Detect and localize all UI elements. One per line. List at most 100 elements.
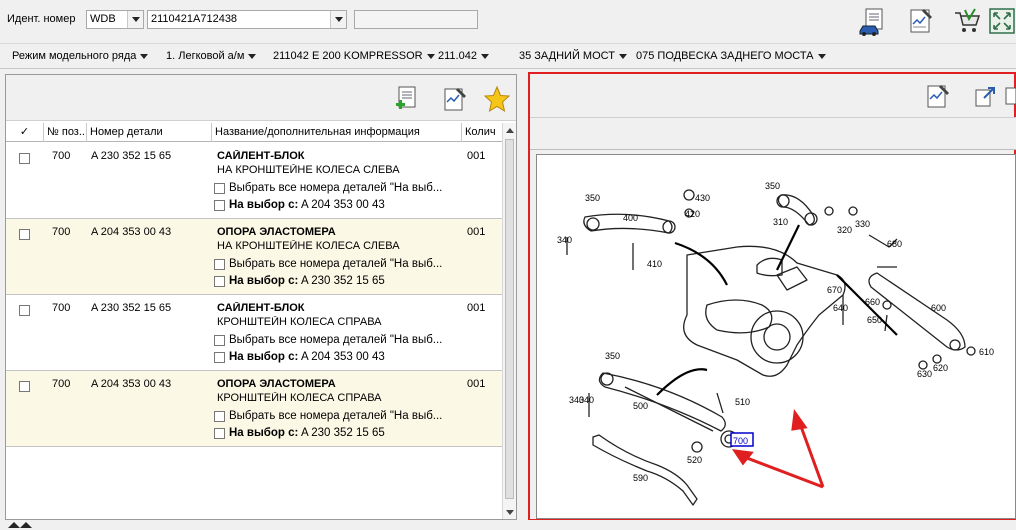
callout-label[interactable]: 420 [685,209,700,219]
select-all-checkbox[interactable] [214,335,225,346]
ident-prefix-select[interactable]: WDB [86,10,144,29]
alternative-label: На выбор с: [229,427,299,439]
breadcrumb-item-model[interactable]: 211042 E 200 KOMPRESSOR [273,50,435,62]
alternative-part-number[interactable]: A 230 352 15 65 [301,427,385,439]
row-part-info: КРОНШТЕЙН КОЛЕСА СПРАВА [217,316,382,328]
scroll-up-icon[interactable] [503,123,517,137]
add-document-icon[interactable] [391,83,423,115]
callout-label-highlighted[interactable]: 700 [733,436,748,446]
row-qty: 001 [467,378,486,390]
diagram-toolbar [530,74,1016,118]
table-row[interactable]: 700 A 204 353 00 43 ОПОРА ЭЛАСТОМЕРА НА … [6,219,502,295]
diagram-subbar [530,118,1016,150]
ident-label: Идент. номер [7,13,76,25]
chevron-down-icon[interactable] [127,11,143,28]
top-toolbar: Идент. номер WDB 2110421A712438 [0,0,1016,42]
row-part-number: A 204 353 00 43 [91,378,172,390]
callout-label[interactable]: 630 [917,369,932,379]
callout-label[interactable]: 350 [605,351,620,361]
alternative-checkbox[interactable] [214,200,225,211]
callout-label[interactable]: 670 [827,285,842,295]
callout-label[interactable]: 640 [833,303,848,313]
chevron-down-icon [480,53,489,59]
table-row[interactable]: 700 A 204 353 00 43 ОПОРА ЭЛАСТОМЕРА КРО… [6,371,502,447]
car-document-icon[interactable] [857,6,889,38]
callout-label[interactable]: 600 [931,303,946,313]
callout-label[interactable]: 310 [773,217,788,227]
select-all-checkbox[interactable] [214,259,225,270]
cart-icon[interactable] [951,5,983,37]
callout-label[interactable]: 510 [735,397,750,407]
callout-label[interactable]: 680 [887,239,902,249]
row-checkbox[interactable] [19,153,30,164]
select-all-label: Выбрать все номера деталей "На выб... [229,334,443,346]
breadcrumb-item-subgroup[interactable]: 075 ПОДВЕСКА ЗАДНЕГО МОСТА [636,50,826,62]
star-icon[interactable] [481,83,513,115]
alternative-part-number[interactable]: A 230 352 15 65 [301,275,385,287]
edit-note-icon[interactable] [922,80,954,112]
row-qty: 001 [467,226,486,238]
callout-label[interactable]: 650 [867,315,882,325]
callout-label[interactable]: 340 [579,395,594,405]
callout-label[interactable]: 340 [557,235,572,245]
column-qty[interactable]: Колич [462,123,502,142]
select-all-checkbox[interactable] [214,183,225,194]
row-part-name: ОПОРА ЭЛАСТОМЕРА [217,378,336,390]
export-icon[interactable] [970,80,1002,112]
alternative-label: На выбор с: [229,351,299,363]
column-part-number[interactable]: Номер детали [87,123,212,142]
callout-label[interactable]: 610 [979,347,994,357]
column-check[interactable]: ✓ [6,123,44,142]
row-checkbox[interactable] [19,305,30,316]
edit-note-icon[interactable] [439,83,471,115]
chevron-down-icon [140,53,149,59]
breadcrumb-item-type[interactable]: 211.042 [438,50,489,62]
callout-label[interactable]: 590 [633,473,648,483]
breadcrumb-item-group[interactable]: 35 ЗАДНИЙ МОСТ [519,50,627,62]
row-checkbox[interactable] [19,229,30,240]
select-all-checkbox[interactable] [214,411,225,422]
callout-label[interactable]: 430 [695,193,710,203]
vertical-scrollbar[interactable] [502,123,516,519]
alternative-checkbox[interactable] [214,428,225,439]
callout-label[interactable]: 620 [933,363,948,373]
callout-label[interactable]: 500 [633,401,648,411]
callout-label[interactable]: 410 [647,259,662,269]
fullscreen-icon[interactable] [986,5,1016,37]
row-part-info: НА КРОНШТЕЙНЕ КОЛЕСА СЛЕВА [217,164,400,176]
row-part-name: ОПОРА ЭЛАСТОМЕРА [217,226,336,238]
callout-label[interactable]: 320 [837,225,852,235]
chevron-down-icon[interactable] [330,11,346,28]
alternative-checkbox[interactable] [214,276,225,287]
table-row[interactable]: 700 A 230 352 15 65 САЙЛЕНТ-БЛОК НА КРОН… [6,143,502,219]
chevron-down-icon [618,53,627,59]
more-icon[interactable] [1004,80,1016,112]
chevron-down-icon [817,53,826,59]
alternative-part-number[interactable]: A 204 353 00 43 [301,199,385,211]
alternative-part-number[interactable]: A 204 353 00 43 [301,351,385,363]
ident-number-select[interactable]: 2110421A712438 [147,10,347,29]
row-part-number: A 230 352 15 65 [91,150,172,162]
callout-label[interactable]: 520 [687,455,702,465]
breadcrumb-item-mode[interactable]: Режим модельного ряда [12,50,149,62]
collapse-icon[interactable] [6,520,36,530]
select-all-label: Выбрать все номера деталей "На выб... [229,258,443,270]
edit-note-icon[interactable] [905,5,937,37]
table-row[interactable]: 700 A 230 352 15 65 САЙЛЕНТ-БЛОК КРОНШТЕ… [6,295,502,371]
ident-number-value: 2110421A712438 [151,13,238,25]
alternative-checkbox[interactable] [214,352,225,363]
scroll-down-icon[interactable] [503,505,517,519]
callout-label[interactable]: 330 [855,219,870,229]
column-name[interactable]: Название/дополнительная информация [212,123,462,142]
parts-diagram[interactable]: 350 400 430 420 340 410 350 340 310 320 330 680 670 6… [536,154,1016,519]
scrollbar-thumb[interactable] [505,139,514,499]
callout-label[interactable]: 350 [585,193,600,203]
column-position[interactable]: № поз... [44,123,87,142]
row-checkbox[interactable] [19,381,30,392]
callout-label[interactable]: 350 [765,181,780,191]
breadcrumb-item-class[interactable]: 1. Легковой а/м [166,50,257,62]
row-part-info: КРОНШТЕЙН КОЛЕСА СПРАВА [217,392,382,404]
callout-label[interactable]: 400 [623,213,638,223]
callout-label[interactable]: 660 [865,297,880,307]
ident-extra-field[interactable] [354,10,478,29]
